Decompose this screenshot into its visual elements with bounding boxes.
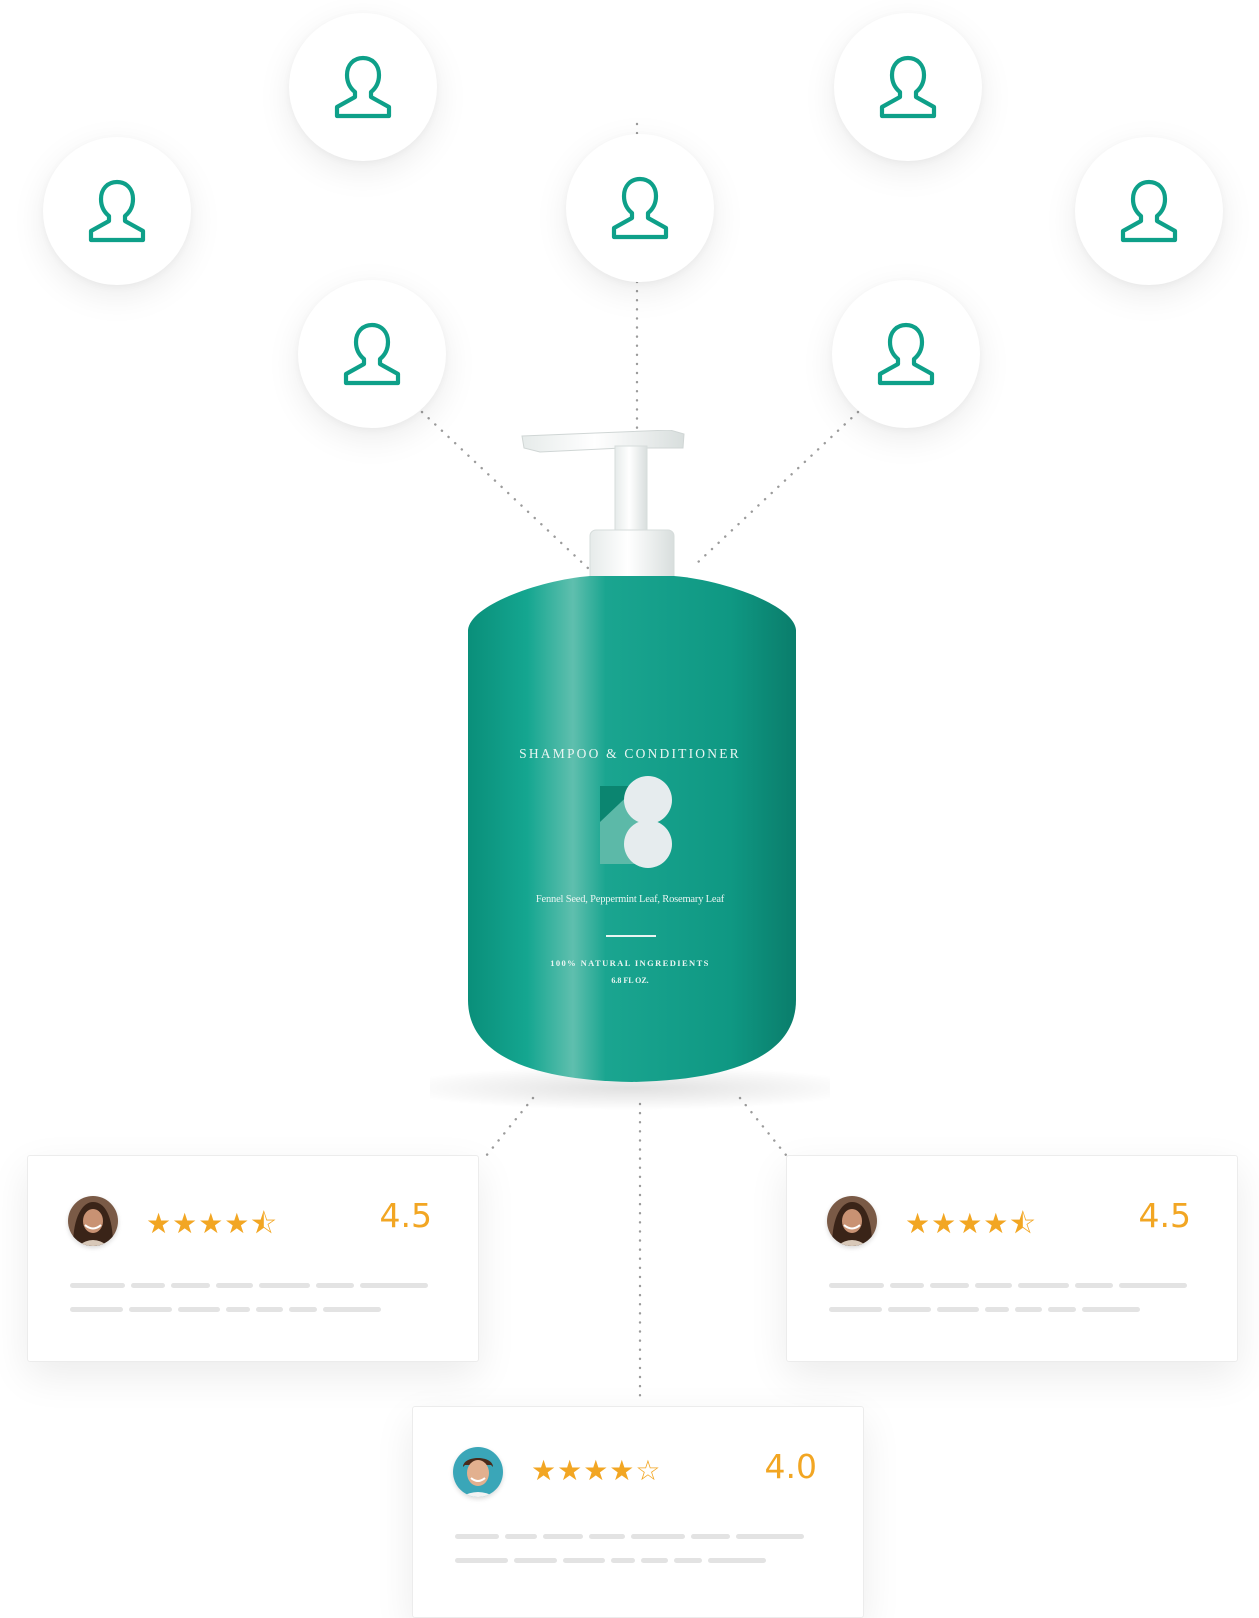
user-bubble-lower-left [298,280,446,428]
review-text-placeholder [455,1558,766,1563]
user-bubble-top-left [289,13,437,161]
review-text-placeholder [70,1307,381,1312]
user-outline-icon [88,179,146,243]
product-tagline: 100% NATURAL INGREDIENTS [550,958,710,968]
review-text-placeholder [455,1534,804,1539]
user-outline-icon [1120,179,1178,243]
user-outline-icon [611,176,669,240]
review-card: ★★★★⯪ 4.5 [27,1155,479,1362]
review-card: ★★★★⯪ 4.5 [786,1155,1238,1362]
avatar [453,1447,503,1497]
user-bubble-lower-right [832,280,980,428]
star-rating: ★★★★⯪ [905,1207,1037,1240]
product-volume: 6.8 FL OZ. [611,976,649,985]
avatar [827,1196,877,1246]
rating-value: 4.5 [379,1196,432,1235]
review-card: ★★★★☆ 4.0 [412,1406,864,1618]
user-bubble-top-right [834,13,982,161]
review-text-placeholder [829,1307,1140,1312]
star-rating: ★★★★⯪ [146,1207,278,1240]
rating-value: 4.0 [764,1447,817,1486]
product-title: SHAMPOO & CONDITIONER [519,746,741,761]
user-outline-icon [343,322,401,386]
product-ingredients: Fennel Seed, Peppermint Leaf, Rosemary L… [535,894,725,905]
user-outline-icon [879,55,937,119]
product-bottle: SHAMPOO & CONDITIONER Fennel Seed, Peppe… [392,429,872,1110]
user-outline-icon [334,55,392,119]
user-bubble-far-left [43,137,191,285]
user-outline-icon [877,322,935,386]
star-rating: ★★★★☆ [531,1454,662,1487]
avatar [68,1196,118,1246]
review-text-placeholder [829,1283,1187,1288]
user-bubble-center [566,134,714,282]
rating-value: 4.5 [1138,1196,1191,1235]
review-text-placeholder [70,1283,428,1288]
user-bubble-far-right [1075,137,1223,285]
